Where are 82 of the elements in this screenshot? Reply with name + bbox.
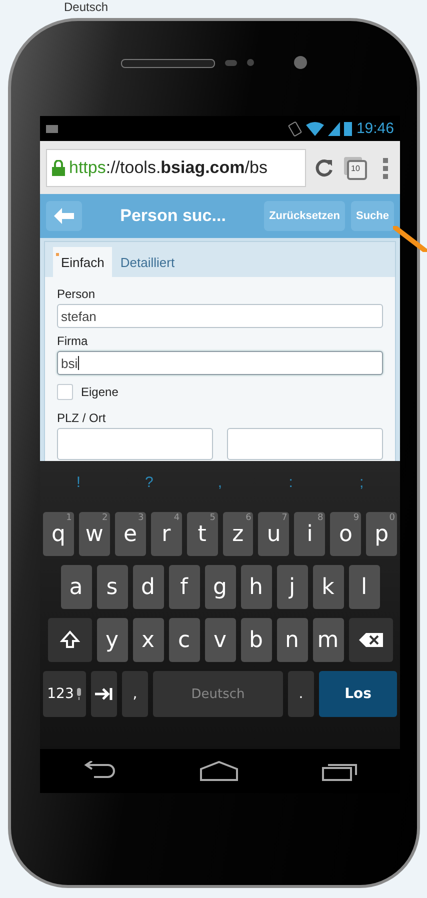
keyboard-key[interactable]: e 3 [114,512,146,556]
shift-arrow-icon [60,630,80,650]
keyboard-key[interactable]: b [240,618,272,662]
keyboard-key[interactable]: q 1 [42,512,74,556]
symbols-key[interactable]: 123 [43,671,86,717]
reload-icon[interactable] [314,158,334,178]
keyboard-key[interactable]: p 0 [366,512,398,556]
background-text: Deutsch [64,0,108,14]
back-nav-icon[interactable] [82,761,116,781]
keyboard-key[interactable]: a [60,565,92,609]
wifi-icon [306,122,324,136]
form-tab[interactable]: Einfach [53,247,112,277]
backspace-key[interactable] [348,618,392,662]
battery-icon [344,121,352,136]
rotation-icon [288,120,302,136]
keyboard-key[interactable]: h [240,565,272,609]
keyboard-key[interactable]: . [288,671,314,717]
page-title: Person suc... [119,206,227,226]
key-hint: 6 [246,513,252,523]
home-icon[interactable] [200,761,238,781]
keyboard-key[interactable]: w 2 [78,512,110,556]
recent-apps-icon[interactable] [322,761,358,781]
front-camera [294,56,307,69]
padlock-icon [52,160,65,176]
backspace-icon [358,632,384,648]
keyboard-icon [46,124,58,132]
input-field[interactable] [57,428,213,460]
input-field[interactable]: bsi [57,351,383,375]
keyboard-key[interactable]: s [96,565,128,609]
field-label: PLZ / Ort [57,411,107,425]
checkbox-label: Eigene [81,384,118,398]
input-field[interactable]: stefan [57,304,383,328]
keyboard-key[interactable]: c [168,618,200,662]
keyboard-key[interactable]: u 7 [258,512,290,556]
key-hint: 3 [138,513,144,523]
keyboard-key[interactable]: f [168,565,200,609]
keyboard-key[interactable]: m [312,618,344,662]
key-hint: 9 [353,513,360,523]
signal-icon [328,122,340,136]
key-hint: 0 [389,513,396,523]
key-hint: 8 [317,513,324,523]
sensor [225,60,237,66]
microphone-icon [76,688,82,700]
input-field[interactable] [227,428,383,460]
keyboard-key[interactable]: k [312,565,344,609]
suggestion-key[interactable]: , [184,474,256,490]
status-time: 19:46 [356,120,394,137]
suggestion-key[interactable]: ? [114,474,185,490]
keyboard-key[interactable]: o 9 [330,512,362,556]
keyboard-key[interactable]: g [204,565,236,609]
shift-key[interactable] [48,618,92,662]
sensor [247,59,254,66]
suggestion-key[interactable]: ! [43,474,114,490]
key-hint: 7 [282,513,288,523]
field-label: Person [57,287,96,301]
keyboard-key[interactable]: z 6 [222,512,254,556]
key-hint: 5 [210,513,216,523]
keyboard-key[interactable]: x [132,618,164,662]
keyboard-key[interactable]: , [122,671,148,717]
keyboard-key[interactable]: j [276,565,308,609]
keyboard-key[interactable]: n [276,618,308,662]
tab-arrow-icon [94,686,114,702]
space-key[interactable]: Deutsch [153,671,283,717]
keyboard-key[interactable]: d [132,565,164,609]
keyboard-key[interactable]: t 5 [186,512,218,556]
suggestion-key[interactable]: ; [326,474,397,490]
keyboard-key[interactable]: y [96,618,128,662]
arrow-left-icon [54,208,74,224]
key-hint: 2 [102,513,108,523]
tab-key[interactable] [91,671,117,717]
suggestion-key[interactable]: : [255,474,326,490]
address-bar[interactable]: https://tools.bsiag.com/bs [46,148,306,186]
form-tab[interactable]: Detailliert [112,247,183,277]
key-hint: 4 [174,513,180,523]
keyboard-key[interactable]: l [348,565,380,609]
keyboard-key[interactable]: v [204,618,236,662]
keyboard-key[interactable]: i 8 [294,512,326,556]
keyboard-key[interactable]: r 4 [150,512,182,556]
key-hint: 1 [66,513,72,523]
checkbox[interactable] [57,384,73,400]
go-key[interactable]: Los [319,671,397,717]
field-label: Firma [57,334,89,348]
